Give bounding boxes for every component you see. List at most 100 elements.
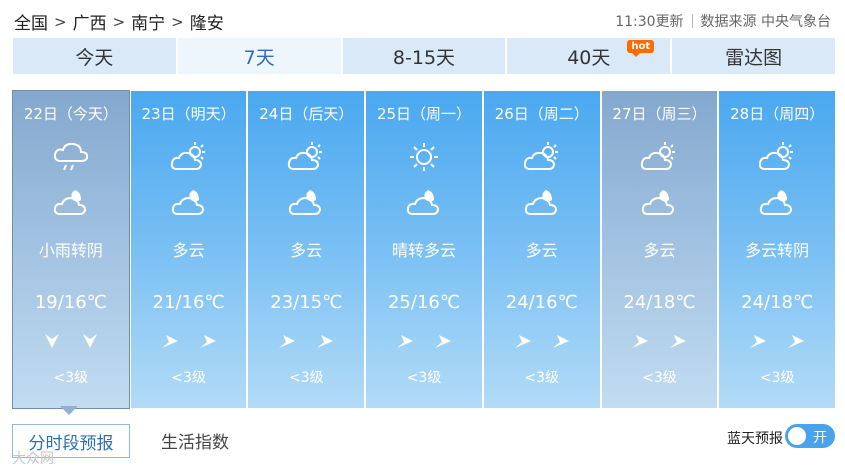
cloudy-night-icon — [404, 186, 444, 218]
tab-label: 今天 — [75, 46, 114, 69]
day-card[interactable]: 22日（今天） 小雨转阴 19/16℃ <3级 — [12, 90, 130, 409]
day-card[interactable]: 24日（后天） 多云 23/15℃ <3级 — [248, 91, 365, 408]
tab-label: 40天 — [567, 46, 611, 69]
breadcrumb: 全国 > 广西 > 南宁 > 隆安 — [14, 9, 224, 35]
wind-east-icon — [435, 335, 452, 348]
weather-desc: 小雨转阴 — [38, 241, 103, 260]
wind-north-icon — [44, 334, 59, 348]
data-source: 数据来源 中央气象台 — [700, 14, 831, 30]
wind-level: <3级 — [759, 370, 795, 386]
seven-day-forecast: 22日（今天） 小雨转阴 19/16℃ <3级 23日（明天） 多云 21/16… — [12, 90, 836, 409]
weather-desc: 多云转阴 — [745, 241, 810, 260]
update-time: 11:30更新 — [615, 14, 684, 30]
partly-cloudy-icon — [169, 141, 209, 173]
wind-icons — [13, 331, 129, 351]
cloudy-night-icon — [757, 186, 797, 218]
hot-badge: hot — [627, 40, 655, 57]
meta-divider — [691, 14, 693, 28]
top-bar: 全国 > 广西 > 南宁 > 隆安 11:30更新 数据来源 中央气象台 — [0, 0, 845, 40]
weather-desc: 多云 — [290, 241, 323, 260]
breadcrumb-province[interactable]: 广西 — [73, 9, 107, 34]
wind-level: <3级 — [288, 370, 324, 386]
tab-today[interactable]: 今天 — [13, 38, 176, 74]
temperature: 24/18℃ — [623, 292, 696, 313]
breadcrumb-separator: > — [112, 12, 126, 31]
cloudy-night-icon — [51, 186, 91, 218]
bottom-bar: 分时段预报 生活指数 蓝天预报 开 — [0, 418, 845, 470]
watermark-logo: 大众网 — [12, 451, 54, 467]
tab-label: 雷达图 — [725, 46, 783, 69]
weather-desc: 多云 — [172, 241, 205, 260]
temperature: 23/15℃ — [270, 292, 343, 313]
day-card[interactable]: 27日（周三） 多云 24/18℃ <3级 — [601, 91, 718, 408]
tab-label: 7天 — [243, 46, 275, 69]
cloudy-night-icon — [522, 186, 562, 218]
temperature: 24/18℃ — [741, 292, 814, 313]
wind-icons — [602, 331, 718, 351]
wind-east-icon — [788, 335, 805, 348]
day-card[interactable]: 25日（周一） 晴转多云 25/16℃ <3级 — [366, 91, 482, 408]
breadcrumb-separator: > — [171, 12, 184, 31]
wind-level: <3级 — [406, 370, 442, 386]
sun-icon — [404, 141, 444, 173]
wind-east-icon — [279, 335, 296, 348]
wind-icons — [366, 331, 482, 351]
wind-east-icon — [750, 335, 767, 348]
tab-label: 8-15天 — [392, 46, 456, 69]
wind-east-icon — [632, 335, 649, 348]
partly-cloudy-icon — [639, 141, 679, 173]
partly-cloudy-icon — [757, 141, 797, 173]
tab-life-index[interactable]: 生活指数 — [145, 424, 245, 456]
tab-7-days[interactable]: 7天 — [177, 38, 341, 74]
cloudy-night-icon — [286, 186, 326, 218]
wind-east-icon — [514, 335, 531, 348]
wind-east-icon — [199, 335, 216, 348]
temperature: 19/16℃ — [34, 292, 107, 313]
day-title: 28日（周四） — [730, 105, 825, 123]
cloudy-night-icon — [169, 186, 209, 218]
rain-icon — [51, 141, 91, 173]
weather-desc: 晴转多云 — [392, 241, 457, 260]
partly-cloudy-icon — [286, 141, 326, 173]
wind-east-icon — [317, 335, 334, 348]
toggle-knob — [788, 427, 806, 445]
wind-level: <3级 — [642, 370, 677, 386]
forecast-tabs: 今天 7天 8-15天 40天 hot 雷达图 — [13, 38, 835, 74]
weather-desc: 多云 — [525, 241, 558, 260]
day-title: 23日（明天） — [141, 105, 236, 123]
tab-40-days[interactable]: 40天 hot — [507, 38, 671, 74]
partly-cloudy-icon — [522, 141, 562, 173]
wind-icons — [248, 331, 364, 351]
tab-8-15-days[interactable]: 8-15天 — [342, 38, 506, 74]
day-card[interactable]: 23日（明天） 多云 21/16℃ <3级 — [130, 91, 247, 408]
blue-sky-forecast-label: 蓝天预报 — [727, 431, 783, 447]
wind-level: <3级 — [524, 370, 560, 386]
wind-east-icon — [161, 335, 178, 348]
breadcrumb-city[interactable]: 南宁 — [131, 9, 165, 34]
wind-east-icon — [670, 335, 687, 348]
blue-sky-toggle[interactable]: 开 — [785, 424, 835, 448]
toggle-label: 开 — [813, 430, 827, 446]
breadcrumb-country[interactable]: 全国 — [14, 9, 48, 34]
day-title: 24日（后天） — [259, 105, 354, 123]
temperature: 21/16℃ — [152, 292, 225, 313]
breadcrumb-separator: > — [54, 12, 67, 31]
wind-icons — [484, 331, 600, 351]
wind-east-icon — [397, 335, 414, 348]
day-card[interactable]: 28日（周四） 多云转阴 24/18℃ <3级 — [719, 91, 836, 408]
wind-north-icon — [82, 334, 97, 348]
wind-level: <3级 — [53, 370, 89, 386]
tab-radar[interactable]: 雷达图 — [672, 38, 835, 74]
day-title: 25日（周一） — [376, 105, 472, 123]
day-title: 27日（周三） — [612, 105, 707, 123]
wind-level: <3级 — [171, 370, 206, 386]
update-meta: 11:30更新 数据来源 中央气象台 — [615, 11, 831, 31]
wind-east-icon — [552, 335, 569, 348]
wind-icons — [719, 331, 835, 351]
temperature: 24/16℃ — [505, 292, 578, 313]
wind-icons — [131, 331, 247, 351]
selected-day-pointer — [60, 406, 78, 415]
weather-desc: 多云 — [643, 241, 676, 260]
day-title: 22日（今天） — [23, 105, 118, 123]
day-card[interactable]: 26日（周二） 多云 24/16℃ <3级 — [483, 91, 600, 408]
